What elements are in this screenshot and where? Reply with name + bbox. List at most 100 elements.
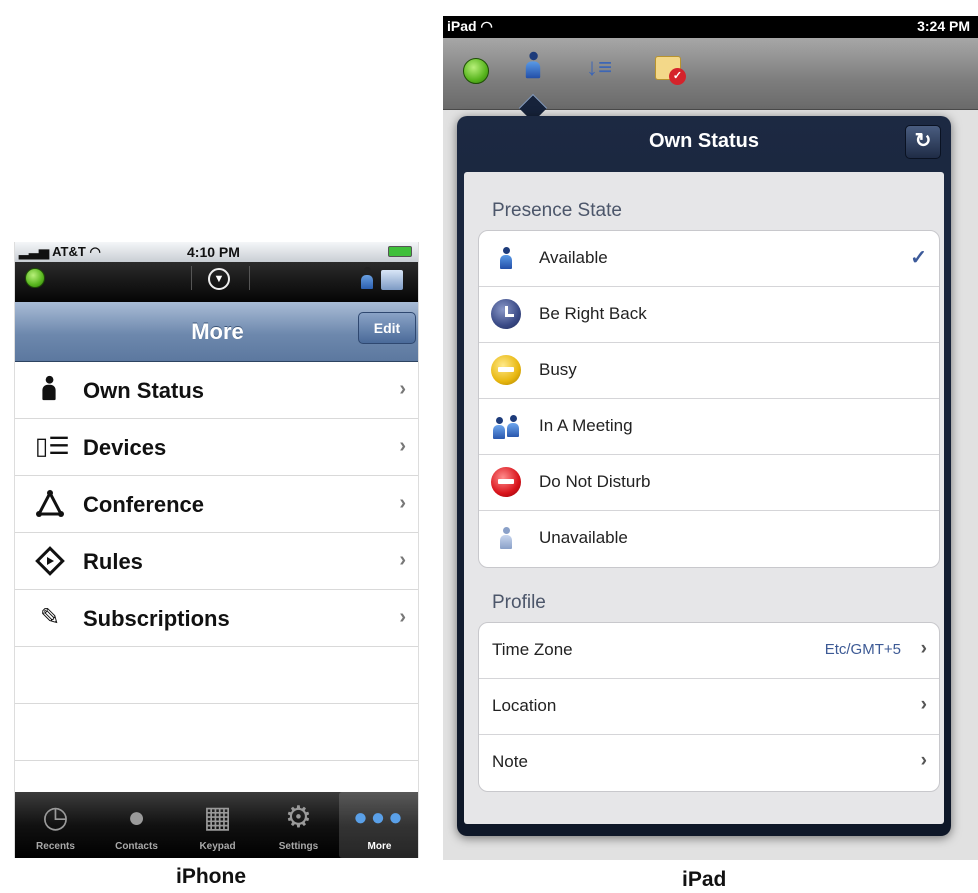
iphone-tab-bar: ◷ Recents ● Contacts ▦ Keypad ⚙ Settings… xyxy=(15,792,418,858)
presence-label: In A Meeting xyxy=(539,416,633,435)
check-badge-icon: ✓ xyxy=(669,68,686,85)
chevron-right-icon: › xyxy=(920,638,927,659)
presence-option-unavailable[interactable]: Unavailable xyxy=(479,511,939,567)
status-time: 4:10 PM xyxy=(187,244,240,260)
iphone-caption: iPhone xyxy=(176,865,247,888)
presence-label: Do Not Disturb xyxy=(539,472,651,491)
battery-icon xyxy=(388,246,412,257)
presence-option-busy[interactable]: Busy xyxy=(479,343,939,399)
menu-item-label: Subscriptions xyxy=(83,606,230,631)
devices-icon: ▯☰ xyxy=(35,433,70,460)
profile-value: Etc/GMT+5 xyxy=(824,641,901,658)
rules-icon xyxy=(35,546,65,576)
section-header-presence: Presence State xyxy=(492,200,622,221)
calendar-icon[interactable]: ✓ xyxy=(655,56,686,85)
presence-status-icon[interactable] xyxy=(25,268,45,288)
busy-icon xyxy=(491,355,523,387)
tab-settings[interactable]: ⚙ Settings xyxy=(258,792,339,858)
profile-label: Location xyxy=(492,696,557,715)
chevron-right-icon: › xyxy=(399,435,406,457)
menu-item-label: Conference xyxy=(83,492,205,517)
presence-option-do-not-disturb[interactable]: Do Not Disturb xyxy=(479,455,939,511)
presence-option-available[interactable]: Available ✓ xyxy=(479,231,939,287)
tab-label: Settings xyxy=(278,841,319,852)
presence-option-be-right-back[interactable]: Be Right Back xyxy=(479,287,939,343)
menu-item-label: Devices xyxy=(83,435,167,460)
section-header-profile: Profile xyxy=(492,592,546,613)
empty-row xyxy=(15,647,418,704)
tab-label: Contacts xyxy=(115,841,158,852)
tab-label: Recents xyxy=(36,841,75,852)
chevron-right-icon: › xyxy=(920,750,927,771)
menu-item-own-status[interactable]: Own Status › xyxy=(15,362,418,419)
available-icon xyxy=(491,243,523,275)
desk-phone-icon[interactable] xyxy=(381,270,403,290)
profile-item-time-zone[interactable]: Time Zone Etc/GMT+5 › xyxy=(479,623,939,679)
chevron-right-icon: › xyxy=(399,606,406,628)
be-right-back-icon xyxy=(491,299,523,331)
tab-label: Keypad xyxy=(199,841,236,852)
chevron-down-icon[interactable]: ▼ xyxy=(208,268,230,290)
ipad-screen: iPad ◠ 3:24 PM ↓≡ ✓ Own Status ↻ Presenc… xyxy=(443,16,978,860)
more-icon: ●●● xyxy=(353,804,406,831)
carrier-label: ▂▃▅ AT&T ◠ xyxy=(19,244,101,259)
empty-row xyxy=(15,704,418,761)
tab-label: More xyxy=(367,841,392,852)
popover-title: Own Status xyxy=(648,130,759,152)
iphone-toolbar: ▼ xyxy=(15,262,418,302)
ipad-caption: iPad xyxy=(682,868,727,891)
refresh-button[interactable]: ↻ xyxy=(905,125,941,159)
contact-icon: ● xyxy=(127,801,146,834)
status-time: 3:24 PM xyxy=(917,18,970,34)
menu-item-devices[interactable]: ▯☰ Devices › xyxy=(15,419,418,476)
clock-icon: ◷ xyxy=(42,801,69,834)
menu-item-label: Own Status xyxy=(83,378,205,403)
presence-label: Available xyxy=(539,248,608,267)
person-icon xyxy=(35,375,65,405)
iphone-nav-bar: More Edit xyxy=(15,302,418,362)
checkmark-icon: ✓ xyxy=(910,247,927,269)
in-a-meeting-icon xyxy=(491,411,523,443)
profile-label: Time Zone xyxy=(492,640,573,659)
chevron-right-icon: › xyxy=(399,549,406,571)
conference-icon xyxy=(35,489,65,519)
chevron-right-icon: › xyxy=(399,492,406,514)
more-menu-list: Own Status › ▯☰ Devices › Conference › R… xyxy=(15,362,418,761)
presence-label: Unavailable xyxy=(539,528,628,547)
ipad-status-bar: iPad ◠ 3:24 PM xyxy=(443,16,978,38)
iphone-status-bar: ▂▃▅ AT&T ◠ 4:10 PM xyxy=(15,242,418,262)
profile-item-note[interactable]: Note › xyxy=(479,735,939,791)
refresh-icon: ↻ xyxy=(914,130,932,152)
tab-contacts[interactable]: ● Contacts xyxy=(96,792,177,858)
subscriptions-icon: ✎ xyxy=(39,604,61,631)
chevron-right-icon: › xyxy=(920,694,927,715)
profile-list: Time Zone Etc/GMT+5 › Location › Note › xyxy=(478,622,940,792)
profile-label: Note xyxy=(492,752,528,771)
presence-status-icon[interactable] xyxy=(463,58,489,84)
sort-icon[interactable]: ↓≡ xyxy=(586,54,612,82)
tab-recents[interactable]: ◷ Recents xyxy=(15,792,96,858)
edit-button[interactable]: Edit xyxy=(358,312,416,344)
presence-state-list: Available ✓ Be Right Back Busy In A Meet… xyxy=(478,230,940,568)
own-status-popover: Own Status ↻ Presence State Available ✓ xyxy=(457,116,951,836)
menu-item-conference[interactable]: Conference › xyxy=(15,476,418,533)
profile-item-location[interactable]: Location › xyxy=(479,679,939,735)
toolbar-divider xyxy=(191,266,192,290)
gears-icon: ⚙ xyxy=(285,801,312,834)
menu-item-rules[interactable]: Rules › xyxy=(15,533,418,590)
tab-more[interactable]: ●●● More xyxy=(339,792,418,858)
tab-keypad[interactable]: ▦ Keypad xyxy=(177,792,258,858)
popover-body: Presence State Available ✓ Be Right Back xyxy=(464,172,944,824)
ipad-toolbar: ↓≡ ✓ xyxy=(443,38,978,123)
unavailable-icon xyxy=(491,523,523,555)
chevron-right-icon: › xyxy=(399,378,406,400)
presence-option-in-a-meeting[interactable]: In A Meeting xyxy=(479,399,939,455)
person-icon[interactable] xyxy=(361,267,373,289)
iphone-screen: ▂▃▅ AT&T ◠ 4:10 PM ▼ More Edit Own Statu… xyxy=(14,242,419,858)
presence-label: Busy xyxy=(539,360,577,379)
menu-item-subscriptions[interactable]: ✎ Subscriptions › xyxy=(15,590,418,647)
person-icon[interactable] xyxy=(525,51,541,79)
toolbar-divider xyxy=(249,266,250,290)
do-not-disturb-icon xyxy=(491,467,523,499)
presence-label: Be Right Back xyxy=(539,304,647,323)
